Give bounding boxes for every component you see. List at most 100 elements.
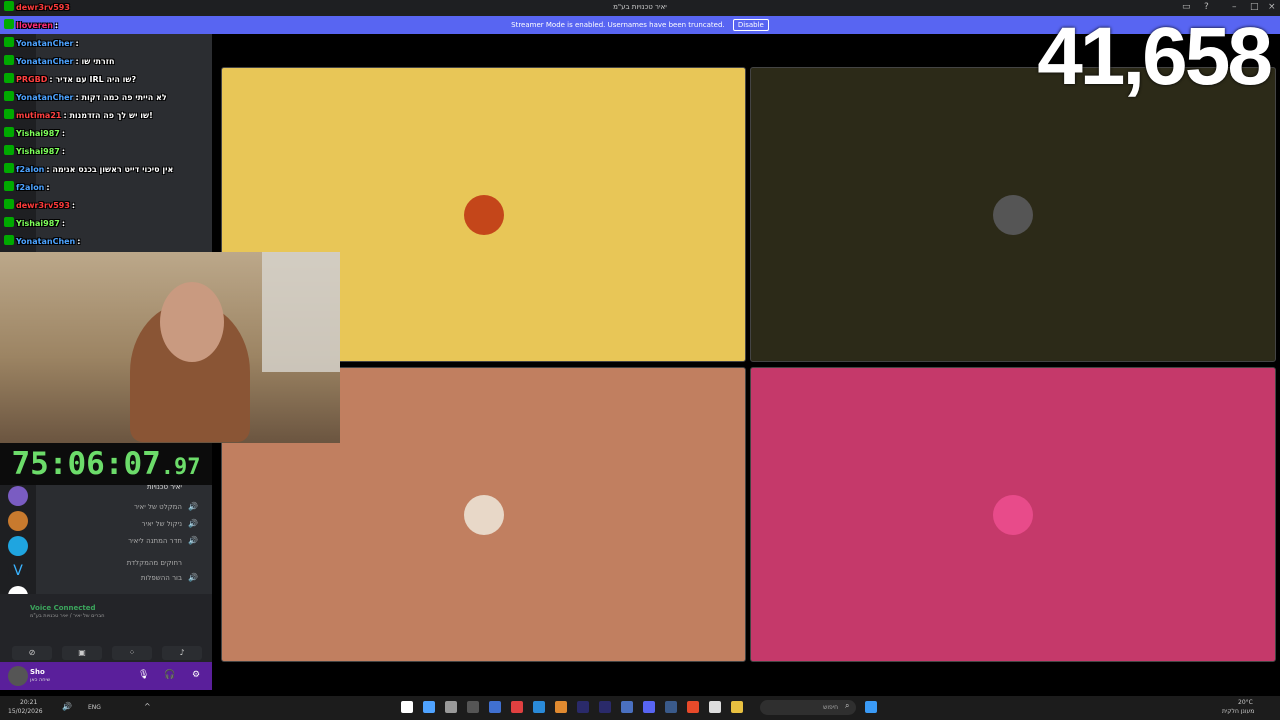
- v-server-icon[interactable]: V: [8, 561, 28, 581]
- app-icon[interactable]: [555, 701, 567, 713]
- speaker-icon: 🔊: [188, 502, 198, 511]
- chat-username[interactable]: Yishai987: [16, 129, 60, 138]
- brave-icon[interactable]: [687, 701, 699, 713]
- volume-icon[interactable]: 🔊: [62, 702, 72, 711]
- chat-username[interactable]: Iloveren: [16, 21, 53, 30]
- app-icon[interactable]: [489, 701, 501, 713]
- soundboard-button[interactable]: ♪: [162, 646, 202, 660]
- chat-message: YonatanCher:: [4, 36, 79, 52]
- chat-username[interactable]: f2alon: [16, 165, 44, 174]
- app-icon[interactable]: [445, 701, 457, 713]
- disable-button[interactable]: Disable: [732, 19, 769, 31]
- headphones-icon[interactable]: 🎧: [164, 670, 175, 680]
- webcam-feed: [0, 252, 340, 443]
- banner-text: Streamer Mode is enabled. Usernames have…: [511, 21, 725, 29]
- screen-share-button[interactable]: ▣: [62, 646, 102, 660]
- avatar: [463, 494, 504, 535]
- chat-message: dewr3rv593:: [4, 198, 75, 214]
- chat-username[interactable]: dewr3rv593: [16, 201, 70, 210]
- chat-message: dewr3rv593: [4, 0, 72, 16]
- chat-message: mutima21: שו יש לך פה הזדמנות!: [4, 108, 153, 124]
- user-status: שיחה כאן: [30, 677, 51, 683]
- clock-time: 20:21: [20, 699, 38, 706]
- speaker-icon: 🔊: [188, 573, 198, 582]
- voice-channel-item[interactable]: 🔊 המקלט של יאיר: [44, 500, 204, 514]
- server-icon[interactable]: [8, 486, 28, 506]
- channel-label: המקלט של יאיר: [134, 503, 182, 511]
- channel-label: ניקול של יאיר: [141, 520, 182, 528]
- steam-icon[interactable]: [665, 701, 677, 713]
- app-icon[interactable]: [401, 701, 413, 713]
- chat-username[interactable]: YonatanCher: [16, 39, 74, 48]
- chat-text: :: [61, 219, 66, 228]
- chat-text: : שו יש לך פה הזדמנות!: [63, 111, 153, 120]
- chat-message: YonatanChen:: [4, 234, 80, 250]
- channel-label: רחוקים מהמקלדת: [126, 559, 182, 567]
- subscriber-badge-icon: [4, 163, 14, 173]
- avatar: [463, 194, 504, 235]
- chat-message: Yishai987:: [4, 216, 65, 232]
- subscriber-badge-icon: [4, 1, 14, 11]
- after-effects-icon[interactable]: [577, 701, 589, 713]
- voice-channel-item[interactable]: 🔊 בור ההשפלות: [44, 571, 204, 585]
- chat-username[interactable]: YonatanCher: [16, 57, 74, 66]
- mic-icon[interactable]: 🎙: [138, 670, 149, 680]
- app-icon[interactable]: [533, 701, 545, 713]
- camera-button[interactable]: ⊘: [12, 646, 52, 660]
- app-icon[interactable]: [709, 701, 721, 713]
- chat-message: YonatanCher: לא הייתי פה כמה דקות: [4, 90, 167, 106]
- app-icon[interactable]: [467, 701, 479, 713]
- chat-message: f2alon:: [4, 180, 50, 196]
- speedrun-timer: 75:06:07.97: [0, 443, 212, 485]
- speaker-icon: 🔊: [188, 519, 198, 528]
- chat-text: :: [77, 237, 81, 246]
- chat-username[interactable]: YonatanChen: [16, 237, 75, 246]
- chevron-up-icon[interactable]: ^: [144, 702, 151, 711]
- avatar: [993, 494, 1033, 535]
- channel-label: בור ההשפלות: [140, 574, 182, 582]
- follower-counter: 41,658: [1037, 11, 1273, 102]
- clock-date: 15/02/2026: [8, 708, 43, 715]
- premiere-icon[interactable]: [599, 701, 611, 713]
- user-name: Sho: [30, 668, 45, 676]
- search-input[interactable]: חיפוש: [760, 700, 856, 715]
- subscriber-badge-icon: [4, 73, 14, 83]
- app-icon[interactable]: [621, 701, 633, 713]
- app-icon[interactable]: [511, 701, 523, 713]
- chat-text: :: [54, 21, 59, 30]
- category-item[interactable]: רחוקים מהמקלדת: [44, 556, 204, 570]
- gear-icon[interactable]: ⚙: [192, 670, 200, 680]
- subscriber-badge-icon: [4, 91, 14, 101]
- server-icon[interactable]: [8, 536, 28, 556]
- chat-username[interactable]: YonatanCher: [16, 93, 74, 102]
- chat-username[interactable]: Yishai987: [16, 219, 60, 228]
- subscriber-badge-icon: [4, 55, 14, 65]
- taskbar: 20:21 15/02/2026 ENG 🔊 ^ חיפוש ⌕ 20°C מע…: [0, 696, 1280, 720]
- chat-text: :: [71, 201, 76, 210]
- avatar[interactable]: [8, 666, 28, 686]
- activities-button[interactable]: ⁘: [112, 646, 152, 660]
- voice-channel-item[interactable]: 🔊 ניקול של יאיר: [44, 517, 204, 531]
- language-indicator[interactable]: ENG: [88, 704, 101, 711]
- chat-username[interactable]: mutima21: [16, 111, 61, 120]
- discord-icon[interactable]: [643, 701, 655, 713]
- voice-channel-item[interactable]: 🔊 חדר המתנה ליאיר: [44, 534, 204, 548]
- chat-username[interactable]: PRGBD: [16, 75, 47, 84]
- participant-tile[interactable]: [750, 367, 1276, 662]
- folder-icon[interactable]: [731, 701, 743, 713]
- participant-tile[interactable]: [750, 67, 1276, 362]
- chat-username[interactable]: Yishai987: [16, 147, 60, 156]
- app-icon[interactable]: [423, 701, 435, 713]
- chat-username[interactable]: f2alon: [16, 183, 44, 192]
- chat-message: PRGBD: עם אדיר IRL שו היה?: [4, 72, 136, 88]
- subscriber-badge-icon: [4, 145, 14, 155]
- start-icon[interactable]: [865, 701, 877, 713]
- chat-message: YonatanCher: חזרתי שו: [4, 54, 114, 70]
- chat-username[interactable]: dewr3rv593: [16, 3, 70, 12]
- window-title: יאיר טכנויות בע"מ: [613, 3, 667, 11]
- weather-temp: 20°C: [1238, 699, 1253, 706]
- chat-message: Yishai987:: [4, 144, 65, 160]
- subscriber-badge-icon: [4, 235, 14, 245]
- server-icon[interactable]: [8, 511, 28, 531]
- chat-message: Yishai987:: [4, 126, 65, 142]
